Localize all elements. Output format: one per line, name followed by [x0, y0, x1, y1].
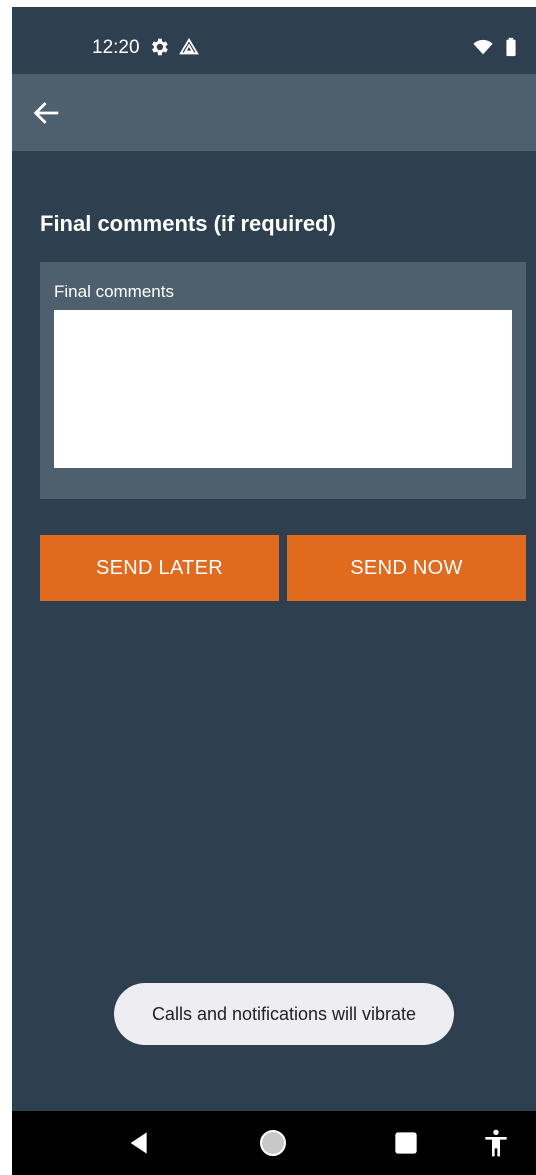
section-title: Final comments (if required)	[40, 211, 336, 236]
nav-recents-button[interactable]	[390, 1127, 422, 1159]
accessibility-icon	[485, 1129, 507, 1157]
system-nav-bar	[12, 1111, 536, 1175]
battery-icon	[500, 36, 522, 58]
comments-card: Final comments	[40, 262, 526, 499]
status-bar: 12:20	[12, 7, 536, 74]
back-triangle-icon	[130, 1132, 147, 1154]
accessibility-button[interactable]	[480, 1127, 512, 1159]
wifi-icon	[472, 36, 494, 58]
toast-message: Calls and notifications will vibrate	[114, 983, 454, 1045]
arrow-left-icon	[33, 102, 59, 124]
comments-label: Final comments	[54, 282, 174, 301]
toolbar	[12, 74, 536, 151]
nav-back-button[interactable]	[124, 1127, 156, 1159]
back-button[interactable]	[30, 96, 64, 130]
recents-square-icon	[395, 1132, 417, 1154]
send-later-button[interactable]: SEND LATER	[40, 535, 279, 601]
final-comments-input[interactable]	[54, 310, 512, 468]
send-now-button[interactable]: SEND NOW	[287, 535, 526, 601]
status-time: 12:20	[92, 37, 140, 58]
drive-icon	[178, 36, 200, 58]
nav-home-button[interactable]	[257, 1127, 289, 1159]
settings-gear-icon	[148, 36, 170, 58]
home-circle-icon	[260, 1130, 286, 1156]
app-screen: 12:20 Final comments (if required) Final…	[12, 7, 536, 1175]
